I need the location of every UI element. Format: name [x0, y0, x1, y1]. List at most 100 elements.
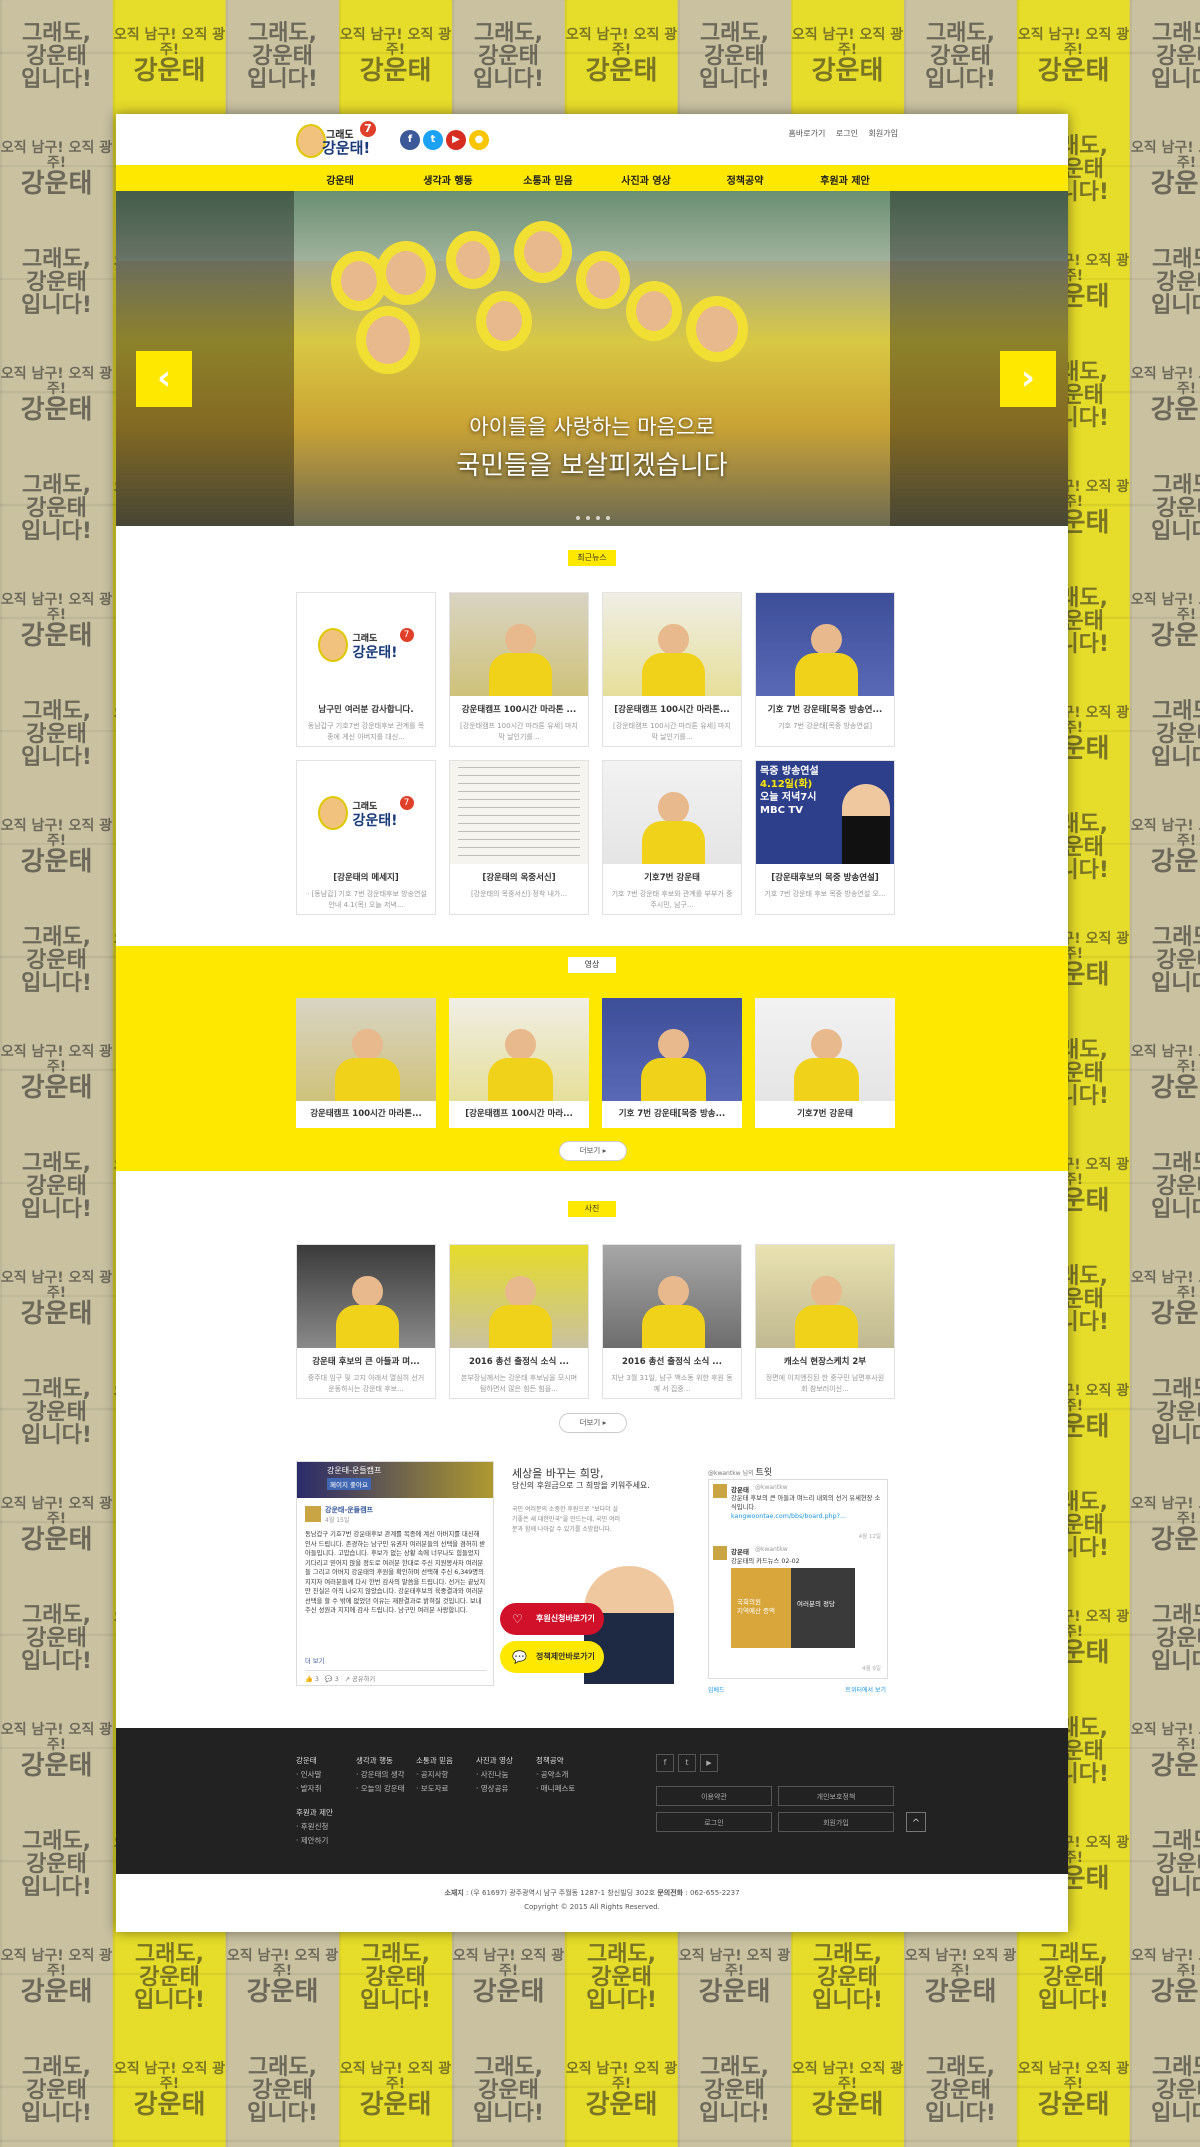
donate-button[interactable]: ♡ 후원신청바로가기: [500, 1603, 604, 1635]
news-title[interactable]: [강운태캠프 100시간 마라톤...: [609, 703, 735, 715]
twitter-view-link[interactable]: 트위터에서 보기: [845, 1685, 886, 1694]
news-thumbnail[interactable]: 목중 방송연설 4.12일(화) 오늘 저녁7시 MBC TV: [756, 761, 894, 864]
policy-button[interactable]: 💬 정책제안바로가기: [500, 1641, 604, 1673]
scroll-top-button[interactable]: ^: [906, 1812, 926, 1832]
photo-thumbnail[interactable]: [297, 1245, 435, 1348]
login-link[interactable]: 로그인: [836, 129, 858, 138]
footer-link[interactable]: · 오늘의 강운태: [356, 1784, 405, 1793]
nav-item-communication[interactable]: 소통과 믿음: [498, 172, 598, 187]
footer-col-head[interactable]: 사진과 영상: [476, 1756, 513, 1765]
news-thumbnail[interactable]: [450, 593, 588, 696]
news-card[interactable]: 기호7번 강운태 기호 7번 강운태 후보와 관계를 부부가 중주시민, 남구..…: [602, 760, 742, 915]
news-title[interactable]: 강운태캠프 100시간 마라톤 ...: [456, 703, 582, 715]
news-title[interactable]: 기호 7번 강운태[목중 방송연...: [762, 703, 888, 715]
news-card[interactable]: [강운태의 옥중서신] [강운태의 목중서신] 정착 내가...: [449, 760, 589, 915]
hero-pagination[interactable]: [573, 513, 613, 523]
photo-card[interactable]: 강운태 후보의 큰 아들과 며... 중주대 임구 및 고지 아래서 열심히 선거…: [296, 1244, 436, 1399]
footer-link[interactable]: · 매니페스토: [536, 1784, 575, 1793]
footer-link[interactable]: 후원신청: [301, 1822, 329, 1831]
footer-facebook-icon[interactable]: f: [656, 1754, 674, 1772]
news-card[interactable]: [강운태캠프 100시간 마라톤... [강운태캠프 100시간 마라톤 유세] …: [602, 592, 742, 747]
twitter-timeline[interactable]: 강운태 @kwantkw 강운태 후보의 큰 아들과 며느리 내외의 선거 유세…: [708, 1479, 888, 1679]
news-title[interactable]: 기호7번 강운태: [609, 871, 735, 883]
news-card[interactable]: 기호 7번 강운태[목중 방송연... 기호 7번 강운태[목중 방송연설]: [755, 592, 895, 747]
news-card[interactable]: 강운태캠프 100시간 마라톤 ... [강운태캠프 100시간 마라톤 유세] …: [449, 592, 589, 747]
facebook-see-more[interactable]: 더 보기: [305, 1656, 324, 1665]
video-thumbnail[interactable]: [296, 998, 436, 1101]
news-card[interactable]: 그래도 강운태! 7 남구민 여러분 감사합니다. 동남갑구 기호7번 강운태후보 관계…: [296, 592, 436, 747]
footer-twitter-icon[interactable]: t: [678, 1754, 696, 1772]
news-card[interactable]: 그래도 강운태! 7 [강운태의 메세지] ㆍ[동남갑] 기호 7번 강운태후보 방송연…: [296, 760, 436, 915]
footer-link[interactable]: · 영상공유: [476, 1784, 508, 1793]
nav-item-profile[interactable]: 강운태: [290, 172, 390, 187]
footer-col-head[interactable]: 생각과 행동: [356, 1756, 393, 1765]
footer-link[interactable]: · 발자취: [296, 1784, 321, 1793]
news-title[interactable]: [강운태후보의 목중 방송연설]: [762, 871, 888, 883]
nav-item-thought[interactable]: 생각과 행동: [398, 172, 498, 187]
twitter-embed-link[interactable]: 임베드: [708, 1685, 725, 1694]
video-more-button[interactable]: 더보기 ▸: [559, 1141, 627, 1161]
youtube-icon[interactable]: ▶: [446, 130, 466, 150]
news-thumbnail[interactable]: [603, 761, 741, 864]
facebook-icon[interactable]: f: [400, 130, 420, 150]
privacy-button[interactable]: 개인보호정책: [778, 1786, 894, 1806]
video-title[interactable]: [강운태캠프 100시간 마라...: [453, 1107, 585, 1119]
hero-next-button[interactable]: ›: [1000, 351, 1056, 407]
news-title[interactable]: 남구민 여러분 감사합니다.: [303, 703, 429, 715]
site-logo[interactable]: 그래도 강운태! 7: [296, 120, 382, 160]
footer-link[interactable]: · 공약소개: [536, 1770, 568, 1779]
video-title[interactable]: 기호7번 강운태: [759, 1107, 891, 1119]
photo-more-button[interactable]: 더보기 ▸: [559, 1413, 627, 1433]
news-thumbnail[interactable]: [450, 761, 588, 864]
photo-title[interactable]: 2016 총선 출정식 소식 ...: [456, 1355, 582, 1367]
tweet-image[interactable]: 국회의원 지역예산 증액 여러분의 정당: [731, 1568, 855, 1648]
video-thumbnail[interactable]: [755, 998, 895, 1101]
video-thumbnail[interactable]: [602, 998, 742, 1101]
photo-thumbnail[interactable]: [756, 1245, 894, 1348]
kakao-icon[interactable]: ●: [469, 130, 489, 150]
photo-thumbnail[interactable]: [603, 1245, 741, 1348]
video-title[interactable]: 기호 7번 강운태[목중 방송...: [606, 1107, 738, 1119]
news-title[interactable]: [강운태의 메세지]: [303, 871, 429, 883]
nav-item-policy[interactable]: 정책공약: [695, 172, 795, 187]
tweet-link[interactable]: kangwoontae.com/bbs/board.php?...: [731, 1513, 846, 1520]
footer-link[interactable]: 제안하기: [301, 1836, 329, 1845]
signup-link[interactable]: 회원가입: [869, 129, 898, 138]
news-thumbnail[interactable]: 그래도 강운태! 7: [297, 761, 435, 864]
footer-link[interactable]: · 공지사항: [416, 1770, 448, 1779]
footer-link[interactable]: · 강운태의 생각: [356, 1770, 405, 1779]
tweet-author[interactable]: 강운태: [731, 1484, 749, 1494]
photo-title[interactable]: 2016 총선 출정식 소식 ...: [609, 1355, 735, 1367]
footer-link[interactable]: · 보도자료: [416, 1784, 448, 1793]
footer-col-head[interactable]: 소통과 믿음: [416, 1756, 453, 1765]
terms-button[interactable]: 이용약관: [656, 1786, 772, 1806]
news-title[interactable]: [강운태의 옥중서신]: [456, 871, 582, 883]
footer-col-head[interactable]: 강운태: [296, 1756, 317, 1765]
facebook-post-author[interactable]: 강운태-운들캠프: [325, 1505, 373, 1515]
facebook-like-button[interactable]: 페이지 좋아요: [327, 1478, 371, 1490]
nav-item-media[interactable]: 사진과 영상: [596, 172, 696, 187]
video-card[interactable]: 강운태캠프 100시간 마라톤...: [296, 998, 436, 1128]
video-card[interactable]: [강운태캠프 100시간 마라...: [449, 998, 589, 1128]
footer-link[interactable]: · 인사말: [296, 1770, 321, 1779]
nav-item-support[interactable]: 후원과 제안: [795, 172, 895, 187]
footer-col-head[interactable]: 정책공약: [536, 1756, 564, 1765]
news-thumbnail[interactable]: [603, 593, 741, 696]
home-link[interactable]: 홈바로가기: [789, 129, 826, 138]
footer-youtube-icon[interactable]: ▶: [700, 1754, 718, 1772]
footer-col-head[interactable]: 후원과 제안: [296, 1808, 333, 1817]
photo-card[interactable]: 2016 총선 출정식 소식 ... 본부장님께서는 강운태 후보님을 모시며 탐…: [449, 1244, 589, 1399]
twitter-header-handle[interactable]: @kwantkw 님의: [708, 1470, 754, 1477]
photo-thumbnail[interactable]: [450, 1245, 588, 1348]
hero-prev-button[interactable]: ‹: [136, 351, 192, 407]
twitter-icon[interactable]: t: [423, 130, 443, 150]
photo-title[interactable]: 강운태 후보의 큰 아들과 며...: [303, 1355, 429, 1367]
photo-title[interactable]: 캐소식 현장스케치 2부: [762, 1355, 888, 1367]
video-card[interactable]: 기호 7번 강운태[목중 방송...: [602, 998, 742, 1128]
video-thumbnail[interactable]: [449, 998, 589, 1101]
facebook-like-count[interactable]: 3: [315, 1676, 319, 1683]
news-card[interactable]: 목중 방송연설 4.12일(화) 오늘 저녁7시 MBC TV [강운태후보의 목중 방…: [755, 760, 895, 915]
footer-login-button[interactable]: 로그인: [656, 1812, 772, 1832]
photo-card[interactable]: 2016 총선 출정식 소식 ... 지난 3월 31일, 남구 백소동 위한 후…: [602, 1244, 742, 1399]
footer-link[interactable]: · 사진나눔: [476, 1770, 508, 1779]
